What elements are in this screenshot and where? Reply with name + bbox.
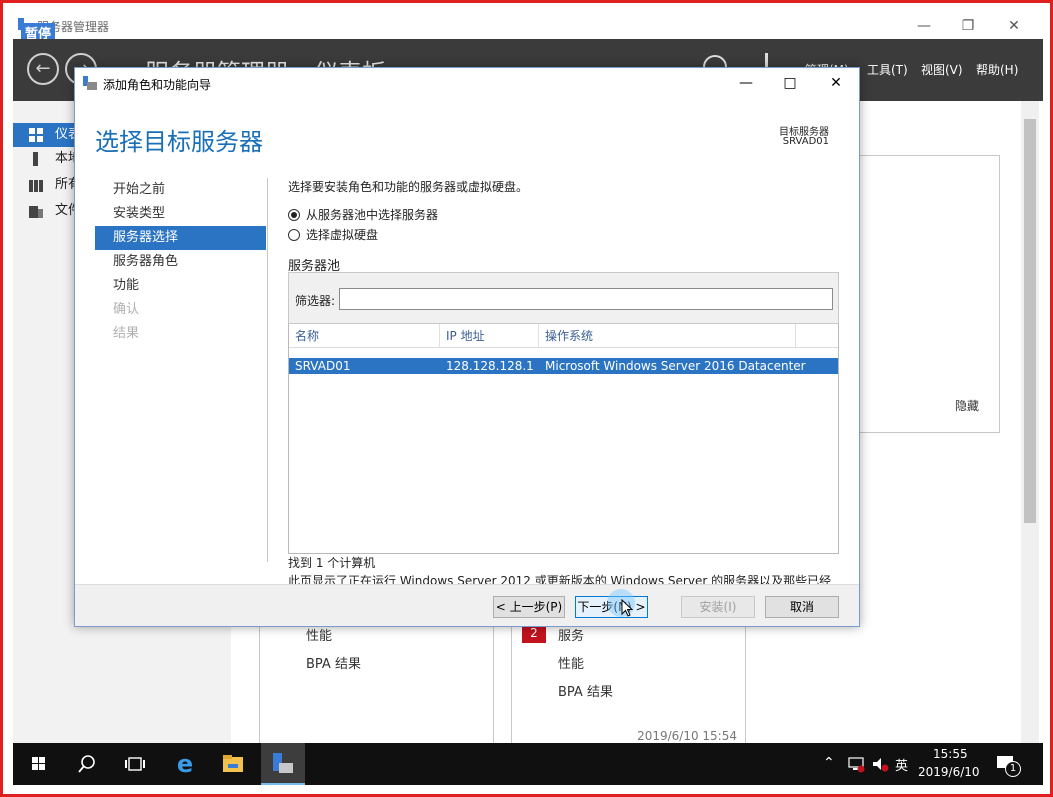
server-manager-taskbar-icon <box>273 753 293 773</box>
hide-link[interactable]: 隐藏 <box>955 397 979 414</box>
vertical-scrollbar[interactable] <box>1021 101 1039 743</box>
close-icon[interactable]: ✕ <box>821 72 851 94</box>
cell-os: Microsoft Windows Server 2016 Datacenter <box>545 359 806 373</box>
dashboard-icon <box>29 128 43 142</box>
column-header-os[interactable]: 操作系统 <box>539 324 796 348</box>
close-icon[interactable]: ✕ <box>999 16 1029 36</box>
minimize-icon[interactable]: — <box>909 16 939 36</box>
restore-icon[interactable]: ❐ <box>953 16 983 36</box>
server-list: 名称 IP 地址 操作系统 SRVAD01 128.128.128.1 Micr… <box>288 324 839 554</box>
menu-help[interactable]: 帮助(H) <box>976 61 1018 78</box>
tile-item-performance[interactable]: 性能 <box>558 653 584 672</box>
tile-item-performance[interactable]: 性能 <box>306 625 332 644</box>
screen-frame: 服务器管理器 — ❐ ✕ 暂停 ← → 服务器管理器 › 仪表板 管理(M) 工… <box>0 0 1053 797</box>
page-title: 选择目标服务器 <box>95 128 263 156</box>
filter-label: 筛选器: <box>295 294 336 308</box>
step-before-you-begin[interactable]: 开始之前 <box>95 178 266 202</box>
column-header-ip[interactable]: IP 地址 <box>440 324 539 348</box>
column-header-name[interactable]: 名称 <box>289 324 440 348</box>
destination-server-value: SRVAD01 <box>782 136 829 147</box>
welcome-panel: 隐藏 <box>859 155 1000 433</box>
taskbar: e ⌃ 英 15:55 2019/6/10 1 <box>13 743 1043 785</box>
servers-icon <box>29 180 43 192</box>
menu-tools[interactable]: 工具(T) <box>867 61 908 78</box>
tile-item-bpa[interactable]: BPA 结果 <box>306 653 361 672</box>
clock-date[interactable]: 2019/6/10 <box>918 765 980 779</box>
server-icon <box>33 152 38 166</box>
divider <box>267 178 268 562</box>
step-confirmation: 确认 <box>113 302 140 317</box>
option-virtual-disk[interactable]: 选择虚拟硬盘 <box>288 226 378 243</box>
install-button: 安装(I) <box>681 596 755 618</box>
cancel-button[interactable]: 取消 <box>765 596 839 618</box>
step-features[interactable]: 功能 <box>95 274 266 298</box>
dashboard-tile: 性能 BPA 结果 <box>259 623 494 745</box>
notification-count-badge: 1 <box>1005 761 1021 777</box>
add-roles-wizard-dialog: 添加角色和功能向导 — □ ✕ 选择目标服务器 目标服务器 SRVAD01 开始… <box>74 67 860 627</box>
cell-name: SRVAD01 <box>295 359 351 373</box>
internet-explorer-icon[interactable]: e <box>171 751 199 777</box>
step-results: 结果 <box>113 326 140 341</box>
step-installation-type[interactable]: 安装类型 <box>95 202 266 226</box>
found-count: 找到 1 个计算机 <box>288 556 376 570</box>
option-server-pool[interactable]: 从服务器池中选择服务器 <box>288 206 438 223</box>
wizard-title: 添加角色和功能向导 <box>103 78 212 92</box>
previous-button[interactable]: < 上一步(P) <box>493 596 565 618</box>
chevron-up-icon[interactable]: ⌃ <box>823 755 835 771</box>
radio-button[interactable] <box>288 229 300 241</box>
tile-item-bpa[interactable]: BPA 结果 <box>558 681 613 700</box>
step-server-roles[interactable]: 服务器角色 <box>95 250 266 274</box>
maximize-icon[interactable]: □ <box>775 72 805 94</box>
wizard-footer: < 上一步(P) 下一步(N) > 安装(I) 取消 <box>75 584 859 626</box>
search-icon[interactable] <box>73 751 101 777</box>
minimize-icon[interactable]: — <box>731 72 761 94</box>
server-list-header: 名称 IP 地址 操作系统 <box>289 324 838 348</box>
tile-timestamp: 2019/6/10 15:54 <box>637 729 737 743</box>
wizard-titlebar: 添加角色和功能向导 — □ ✕ <box>75 68 859 98</box>
filter-input[interactable] <box>339 288 833 310</box>
dashboard-tile: 2 服务 性能 BPA 结果 2019/6/10 15:54 <box>511 623 746 745</box>
scrollbar-thumb[interactable] <box>1024 119 1036 523</box>
clock-time[interactable]: 15:55 <box>933 747 968 761</box>
task-view-icon[interactable] <box>121 751 149 777</box>
network-icon[interactable] <box>847 755 865 773</box>
wizard-steps: 开始之前 安装类型 服务器选择 服务器角色 功能 确认 结果 <box>95 178 266 346</box>
menu-view[interactable]: 视图(V) <box>921 61 963 78</box>
windows-start-icon[interactable] <box>25 751 53 777</box>
table-row[interactable]: SRVAD01 128.128.128.1 Microsoft Windows … <box>289 358 838 374</box>
filter-panel: 筛选器: <box>288 272 839 324</box>
page-description: 选择要安装角色和功能的服务器或虚拟硬盘。 <box>288 180 529 194</box>
option-label: 选择虚拟硬盘 <box>306 228 379 242</box>
file-explorer-icon[interactable] <box>219 751 247 777</box>
volume-muted-icon[interactable] <box>871 755 889 773</box>
taskbar-server-manager[interactable] <box>261 743 305 785</box>
wizard-app-icon <box>83 76 97 90</box>
storage-icon <box>29 206 43 218</box>
radio-button-selected[interactable] <box>288 209 300 221</box>
tile-item-services[interactable]: 服务 <box>558 625 584 644</box>
ime-indicator[interactable]: 英 <box>895 755 908 774</box>
cell-ip: 128.128.128.1 <box>446 359 534 373</box>
step-server-selection[interactable]: 服务器选择 <box>95 226 266 250</box>
mouse-pointer-icon <box>621 599 634 617</box>
back-arrow-icon[interactable]: ← <box>27 53 59 85</box>
option-label: 从服务器池中选择服务器 <box>306 208 439 222</box>
server-manager-titlebar: 服务器管理器 — ❐ ✕ <box>13 13 1043 39</box>
